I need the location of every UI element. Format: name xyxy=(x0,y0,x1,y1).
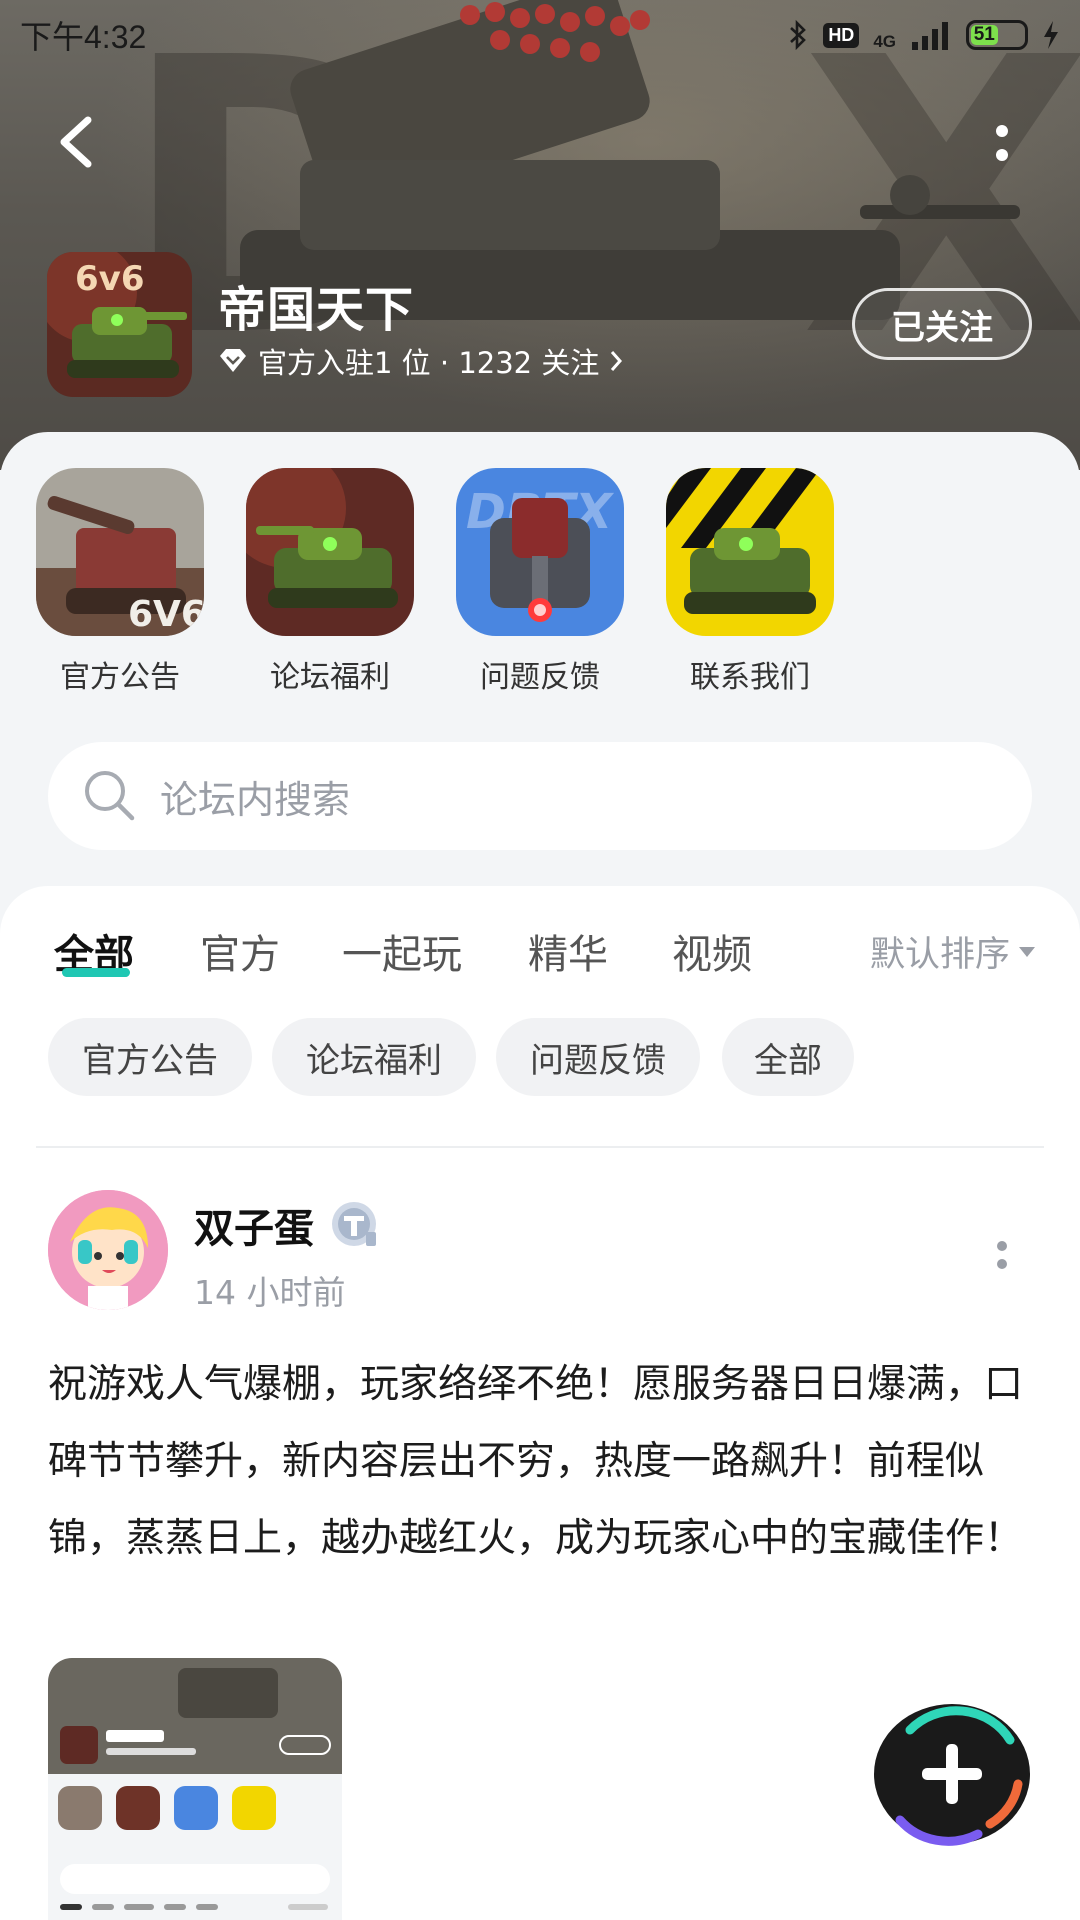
official-notice-icon: 6V6 xyxy=(36,468,204,636)
game-icon: 6v6 xyxy=(47,252,192,397)
hd-badge: HD xyxy=(823,22,860,48)
game-title: 帝国天下 xyxy=(218,282,415,338)
shortcut-label: 官方公告 xyxy=(60,660,180,695)
feedback-icon: DBTX xyxy=(456,468,624,636)
post-body[interactable]: 祝游戏人气爆棚，玩家络绎不绝！愿服务器日日爆满，口碑节节攀升，新内容层出不穷，热… xyxy=(48,1346,1028,1577)
shortcut-contact-us[interactable]: 联系我们 xyxy=(666,468,834,696)
svg-text:6V6: 6V6 xyxy=(128,594,204,635)
svg-text:6v6: 6v6 xyxy=(75,259,144,299)
status-time: 下午4:32 xyxy=(20,19,147,55)
shortcut-feedback[interactable]: DBTX 问题反馈 xyxy=(456,468,624,696)
more-vertical-icon[interactable] xyxy=(990,122,1014,166)
chip-official-notice[interactable]: 官方公告 xyxy=(48,1018,252,1096)
back-arrow-icon[interactable] xyxy=(52,112,102,172)
avatar[interactable] xyxy=(48,1190,168,1310)
shortcut-official-notice[interactable]: 6V6 官方公告 xyxy=(36,468,204,696)
chip-forum-benefits[interactable]: 论坛福利 xyxy=(272,1018,476,1096)
post-author[interactable]: 双子蛋 xyxy=(194,1196,314,1254)
section-divider xyxy=(36,1146,1044,1148)
tab-official[interactable]: 官方 xyxy=(200,922,280,980)
contact-us-icon xyxy=(666,468,834,636)
forum-search-bar[interactable]: 论坛内搜索 xyxy=(48,742,1032,850)
sort-label: 默认排序 xyxy=(870,935,1011,975)
chevron-right-icon xyxy=(611,351,623,371)
game-meta-text: 官方入驻1 位 · 1232 关注 xyxy=(258,346,600,380)
charging-icon xyxy=(1044,21,1058,49)
shortcut-forum-benefits[interactable]: 论坛福利 xyxy=(246,468,414,696)
tab-video[interactable]: 视频 xyxy=(672,922,752,980)
post-more-icon[interactable] xyxy=(992,1238,1012,1274)
battery-indicator: 51 xyxy=(966,20,1028,50)
compose-button[interactable] xyxy=(870,1700,1032,1848)
shortcut-label: 问题反馈 xyxy=(480,660,600,695)
tab-featured[interactable]: 精华 xyxy=(528,922,608,980)
post-image-thumbnail[interactable] xyxy=(48,1658,342,1920)
status-bar: 下午4:32 HD 4G 51 xyxy=(0,0,1080,70)
follow-button[interactable]: 已关注 xyxy=(852,288,1032,360)
tab-play-together[interactable]: 一起玩 xyxy=(342,922,462,980)
battery-level: 51 xyxy=(971,24,998,45)
chip-feedback[interactable]: 问题反馈 xyxy=(496,1018,700,1096)
user-level-badge-icon xyxy=(332,1202,376,1246)
search-icon xyxy=(85,771,135,821)
signal-icon xyxy=(912,22,948,50)
status-indicators: HD 4G 51 xyxy=(787,18,1060,52)
forum-benefits-icon xyxy=(246,468,414,636)
game-meta[interactable]: 官方入驻1 位 · 1232 关注 xyxy=(218,340,623,382)
search-placeholder: 论坛内搜索 xyxy=(160,777,351,822)
active-tab-indicator xyxy=(62,968,130,977)
header-background-art: D X xyxy=(120,0,1080,420)
caret-down-icon xyxy=(1019,946,1036,957)
post-time: 14 小时前 xyxy=(194,1273,346,1312)
verified-diamond-icon xyxy=(220,349,246,372)
feed-tabs: 全部 官方 一起玩 精华 视频 默认排序 xyxy=(0,886,1080,1006)
network-type: 4G xyxy=(873,32,896,51)
bluetooth-icon xyxy=(790,19,807,51)
shortcut-label: 论坛福利 xyxy=(270,660,390,695)
chip-all[interactable]: 全部 xyxy=(722,1018,854,1096)
shortcut-label: 联系我们 xyxy=(690,660,810,695)
sort-dropdown[interactable]: 默认排序 xyxy=(870,926,1036,977)
forum-header: D X xyxy=(0,0,1080,470)
